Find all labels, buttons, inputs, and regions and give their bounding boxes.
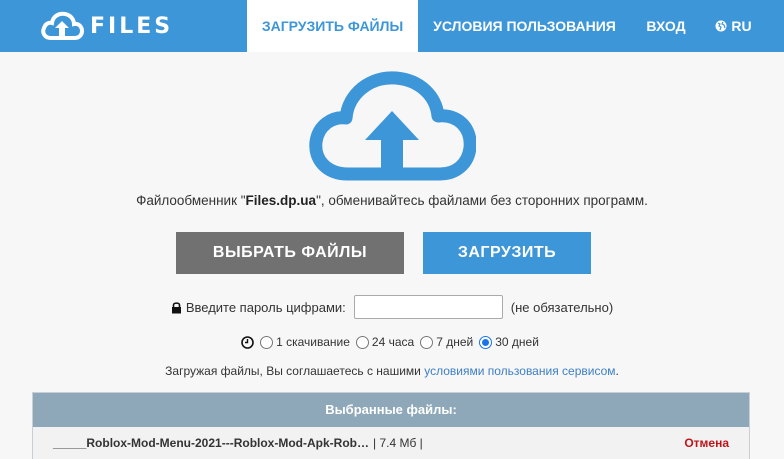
option-label: 24 часа (371, 335, 415, 349)
cloud-upload-icon (41, 11, 84, 40)
selected-files-panel: Выбранные файлы: _____Roblox-Mod-Menu-20… (32, 392, 750, 459)
password-input[interactable] (353, 295, 503, 319)
password-note: (не обязательно) (510, 299, 614, 315)
password-label: Введите пароль цифрами: (185, 299, 346, 315)
retention-row: 1 скачивание 24 часа 7 дней 30 дней (0, 333, 784, 351)
clock-icon (241, 335, 254, 349)
tagline-site: Files.dp.ua (245, 193, 317, 208)
selected-files-header: Выбранные файлы: (33, 393, 749, 427)
tagline-after: ", обменивайтесь файлами без сторонних п… (316, 193, 648, 208)
tagline-before: Файлообменник " (136, 193, 246, 208)
nav-terms-of-use[interactable]: УСЛОВИЯ ПОЛЬЗОВАНИЯ (418, 0, 631, 52)
upload-button[interactable]: ЗАГРУЗИТЬ (423, 232, 591, 274)
option-label: 1 скачивание (276, 335, 350, 349)
nav-upload-files[interactable]: ЗАГРУЗИТЬ ФАЙЛЫ (247, 0, 418, 52)
cloud-upload-icon (309, 71, 476, 181)
option-label: 30 дней (495, 335, 539, 349)
radio-30-days[interactable] (479, 335, 493, 349)
retention-option-7-days[interactable]: 7 дней (420, 335, 473, 349)
nav-login[interactable]: ВХОД (631, 0, 701, 52)
retention-option-1-download[interactable]: 1 скачивание (260, 335, 350, 349)
file-name: _____Roblox-Mod-Menu-2021---Roblox-Mod-A… (53, 436, 369, 450)
password-row: Введите пароль цифрами: (не обязательно) (0, 294, 784, 320)
radio-24-hours[interactable] (355, 335, 369, 349)
agreement-after: . (615, 364, 619, 378)
language-label: RU (731, 18, 752, 34)
brand-name: FILES (90, 13, 174, 39)
retention-option-24-hours[interactable]: 24 часа (355, 335, 415, 349)
nav-language[interactable]: RU (701, 0, 766, 52)
brand-logo[interactable]: FILES (40, 8, 173, 44)
top-navbar: FILES ЗАГРУЗИТЬ ФАЙЛЫ УСЛОВИЯ ПОЛЬЗОВАНИ… (0, 0, 784, 52)
tagline: Файлообменник "Files.dp.ua", обменивайте… (0, 193, 784, 208)
radio-7-days[interactable] (420, 335, 434, 349)
retention-option-30-days[interactable]: 30 дней (479, 335, 539, 349)
cancel-file-button[interactable]: Отмена (684, 436, 729, 450)
agreement-before: Загружая файлы, Вы соглашаетесь с нашими (165, 364, 425, 378)
option-label: 7 дней (436, 335, 474, 349)
file-row: _____Roblox-Mod-Menu-2021---Roblox-Mod-A… (33, 427, 749, 459)
radio-1-download[interactable] (260, 335, 274, 349)
select-files-button[interactable]: ВЫБРАТЬ ФАЙЛЫ (176, 232, 404, 274)
agreement-text: Загружая файлы, Вы соглашаетесь с нашими… (0, 364, 784, 378)
file-size: | 7.4 Мб | (373, 436, 423, 450)
globe-icon (715, 20, 727, 32)
lock-icon (171, 301, 181, 313)
terms-link[interactable]: условиями пользования сервисом (424, 364, 615, 378)
